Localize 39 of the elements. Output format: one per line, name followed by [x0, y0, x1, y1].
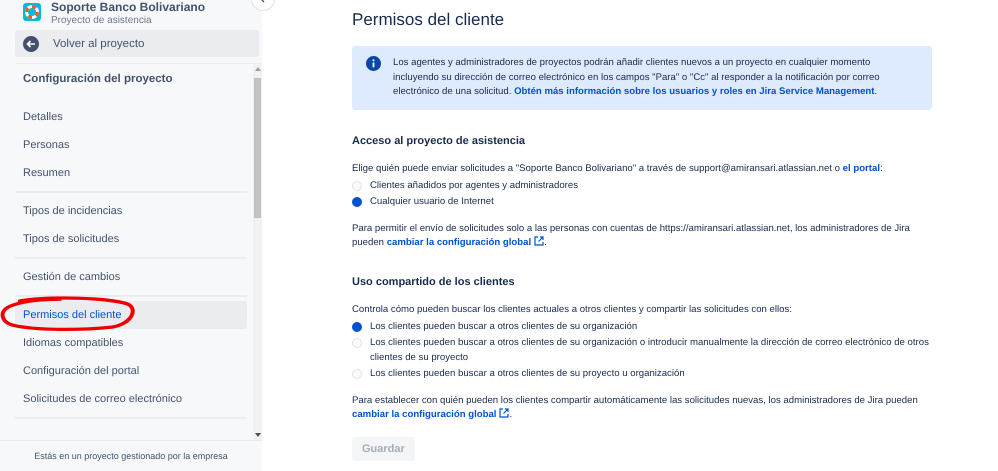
text-link[interactable]: cambiar la configuración global	[386, 237, 544, 248]
project-name: Soporte Banco Bolivariano	[51, 0, 206, 14]
info-icon	[366, 56, 381, 71]
text-link[interactable]: Obtén más información sobre los usuarios y roles en Jira Service Management	[514, 86, 874, 97]
option-label: Los clientes pueden buscar a otros clientes de su organización o introducir manualmente la dirección de correo electrónico de otros clientes de su proyecto	[370, 336, 930, 364]
external-link-icon	[499, 408, 510, 418]
section-heading: Acceso al proyecto de asistencia	[352, 134, 526, 148]
radio-button[interactable]	[352, 322, 362, 332]
description-text: Para permitir el envío de solicitudes solo a las personas con cuentas de https://amiransari.atlassian.net, los administradores de Jira pueden cambiar la configuración global .	[352, 222, 911, 250]
description-text: Los agentes y administradores de proyectos podrán añadir clientes nuevos a un proyecto en cualquier momento incluyendo su dirección de correo electrónico en los campos "Para" o "Cc" al responder a la notificación por correo electrónico de una solicitud. Obtén más información sobre los usuarios y roles en Jira Service Management.	[393, 56, 881, 99]
footer-text: Estás en un proyecto gestionado por la empresa	[0, 440, 262, 471]
page-title: Permisos del cliente	[352, 10, 506, 30]
project-type: Proyecto de asistencia	[51, 14, 153, 27]
sidebar-item[interactable]: Gestión de cambios	[15, 263, 247, 291]
section-title: Configuración del proyecto	[22, 72, 174, 87]
text-link[interactable]: el portal	[842, 163, 880, 174]
option-label: Los clientes pueden buscar a otros clientes de su organización	[370, 320, 638, 334]
sidebar-item[interactable]: Solicitudes de correo electrónico	[15, 385, 247, 413]
option-label: Clientes añadidos por agentes y administradores	[370, 178, 578, 192]
sidebar-item[interactable]: Detalles	[15, 103, 247, 131]
description-text: Elige quién puede enviar solicitudes a "Soporte Banco Bolivariano" a través de support@amiransari.atlassian.net o el portal:	[352, 162, 884, 176]
external-link-icon	[534, 236, 544, 246]
option-label: Los clientes pueden buscar a otros clientes de su proyecto u organización	[370, 367, 685, 381]
lifebuoy-icon	[23, 3, 41, 21]
sidebar-item[interactable]: Idiomas compatibles	[15, 329, 247, 357]
description-text: Para establecer con quién pueden los clientes compartir automáticamente las solicitudes nuevas, los administradores de Jira pueden cambiar la configuración global .	[352, 394, 919, 422]
radio-button[interactable]	[352, 197, 362, 207]
section-heading: Uso compartido de los clientes	[352, 274, 516, 289]
back-button[interactable]: Volver al proyecto	[15, 30, 259, 57]
option-label: Cualquier usuario de Internet	[370, 195, 494, 209]
sidebar-item[interactable]: Personas	[15, 131, 247, 159]
sidebar-item[interactable]: Configuración del portal	[15, 357, 247, 385]
sidebar-item[interactable]: Tipos de incidencias	[15, 197, 247, 225]
scrollbar-thumb[interactable]	[254, 78, 261, 218]
sidebar-item[interactable]: Permisos del cliente	[15, 301, 247, 329]
sidebar-item[interactable]: Tipos de solicitudes	[15, 225, 247, 253]
description-text: Controla cómo pueden buscar los clientes actuales a otros clientes y compartir las solicitudes con ellos:	[352, 303, 793, 317]
sidebar-item[interactable]: Resumen	[15, 159, 247, 187]
text-link[interactable]: cambiar la configuración global	[352, 409, 510, 420]
